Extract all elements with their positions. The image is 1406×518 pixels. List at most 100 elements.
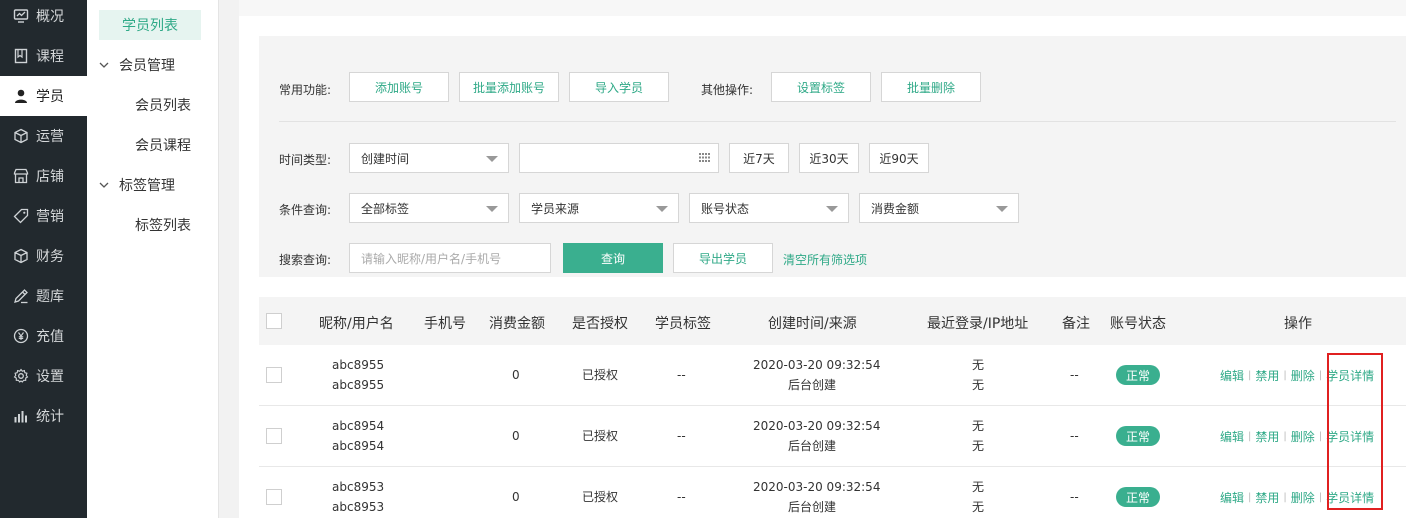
delete-link[interactable]: 删除 [1291,367,1315,384]
amount-filter-value: 消费金额 [871,201,920,216]
search-query-label: 搜索查询: [279,253,332,267]
nav-item-overview[interactable]: 概况 [0,0,87,36]
search-input[interactable]: 请输入昵称/用户名/手机号 [349,243,551,273]
header-last-login[interactable]: 最近登录/IP地址 [927,313,1028,333]
header-remark: 备注 [1062,316,1090,332]
tag-icon [12,207,30,225]
separator: | [1318,369,1323,381]
separator: | [1248,491,1252,503]
delete-link[interactable]: 删除 [1291,428,1315,445]
user-icon [12,87,30,105]
nav-item-statistics[interactable]: 统计 [0,396,87,436]
batch-add-account-button[interactable]: 批量添加账号 [459,72,559,102]
separator: | [1248,369,1252,381]
row-amount: 0 [512,490,520,504]
separator: | [1283,491,1287,503]
nav-item-label: 营销 [36,209,64,225]
subnav-group-tags[interactable]: 标签管理 [99,175,175,195]
tag-filter-select[interactable]: 全部标签 [349,193,509,223]
row-tags: -- [677,368,686,382]
subnav-item-member-list[interactable]: 会员列表 [135,95,191,115]
main-area: 常用功能: 添加账号 批量添加账号 导入学员 其他操作: 设置标签 批量删除 时… [219,0,1406,518]
last-90-days-button[interactable]: 近90天 [869,143,929,173]
filter-divider [279,121,1396,122]
subnav-item-member-course[interactable]: 会员课程 [135,135,191,155]
subnav-group-member[interactable]: 会员管理 [99,55,175,75]
query-button[interactable]: 查询 [563,243,663,273]
time-type-select[interactable]: 创建时间 [349,143,509,173]
caret-down-icon [486,206,498,212]
row-username: abc8954 [332,439,385,453]
source-filter-select[interactable]: 学员来源 [519,193,679,223]
time-type-label: 时间类型: [279,153,332,167]
subnav-item-tag-list[interactable]: 标签列表 [135,215,191,235]
disable-link[interactable]: 禁用 [1255,489,1279,506]
yen-icon [12,327,30,345]
edit-link[interactable]: 编辑 [1220,428,1244,445]
row-checkbox[interactable] [266,489,282,505]
nav-item-store[interactable]: 店铺 [0,156,87,196]
row-ip: 无 [972,439,985,453]
row-checkbox[interactable] [266,428,282,444]
nav-item-label: 店铺 [36,169,64,185]
set-tags-button[interactable]: 设置标签 [771,72,871,102]
status-filter-select[interactable]: 账号状态 [689,193,849,223]
export-students-button[interactable]: 导出学员 [673,243,773,273]
disable-link[interactable]: 禁用 [1255,428,1279,445]
pencil-icon [12,287,30,305]
nav-item-label: 财务 [36,249,64,265]
nav-item-label: 设置 [36,369,64,385]
last-7-days-button[interactable]: 近7天 [729,143,789,173]
nav-item-operations[interactable]: 运营 [0,116,87,156]
delete-link[interactable]: 删除 [1291,489,1315,506]
amount-filter-select[interactable]: 消费金额 [859,193,1019,223]
separator: | [1283,369,1287,381]
add-account-button[interactable]: 添加账号 [349,72,449,102]
row-ip: 无 [972,378,985,392]
row-last-login: 无 [972,419,985,433]
nav-item-students[interactable]: 学员 [0,76,87,116]
header-amount[interactable]: 消费金额 [489,313,545,333]
nav-item-settings[interactable]: 设置 [0,356,87,396]
subnav-item-student-list[interactable]: 学员列表 [99,10,201,40]
cube-icon [12,247,30,265]
separator: | [1283,430,1287,442]
nav-item-label: 充值 [36,329,64,345]
row-nickname: abc8955 [332,358,385,372]
caret-down-icon [826,206,838,212]
main-sidebar: 概况 课程 学员 运营 店铺 营销 财务 题库 充值 设置 统计 [0,0,87,518]
edit-link[interactable]: 编辑 [1220,489,1244,506]
caret-down-icon [486,156,498,162]
row-checkbox[interactable] [266,367,282,383]
header-nickname[interactable]: 昵称/用户名 [319,313,394,333]
calendar-icon [699,153,710,162]
nav-item-question-bank[interactable]: 题库 [0,276,87,316]
other-operations-label: 其他操作: [701,83,754,97]
row-amount: 0 [512,429,520,443]
subnav-group-label: 标签管理 [119,178,175,194]
select-all-checkbox[interactable] [266,313,282,329]
edit-link[interactable]: 编辑 [1220,367,1244,384]
row-source: 后台创建 [788,500,837,514]
nav-item-recharge[interactable]: 充值 [0,316,87,356]
students-table: 昵称/用户名 手机号 消费金额 是否授权 学员标签 创建时间/来源 最近登录/I… [259,297,1406,518]
store-icon [12,167,30,185]
nav-item-marketing[interactable]: 营销 [0,196,87,236]
time-type-value: 创建时间 [361,151,410,166]
batch-delete-button[interactable]: 批量删除 [881,72,981,102]
row-source: 后台创建 [788,439,837,453]
import-students-button[interactable]: 导入学员 [569,72,669,102]
header-created[interactable]: 创建时间/来源 [768,313,857,333]
last-30-days-button[interactable]: 近30天 [799,143,859,173]
nav-item-label: 运营 [36,129,64,145]
row-authorized: 已授权 [582,490,619,504]
clear-filters-link[interactable]: 清空所有筛选项 [783,251,867,268]
nav-item-finance[interactable]: 财务 [0,236,87,276]
nav-item-course[interactable]: 课程 [0,36,87,76]
header-tags: 学员标签 [655,316,711,332]
caret-down-icon [656,206,668,212]
disable-link[interactable]: 禁用 [1255,367,1279,384]
row-authorized: 已授权 [582,429,619,443]
separator: | [1318,491,1323,503]
date-range-input[interactable] [519,143,719,173]
